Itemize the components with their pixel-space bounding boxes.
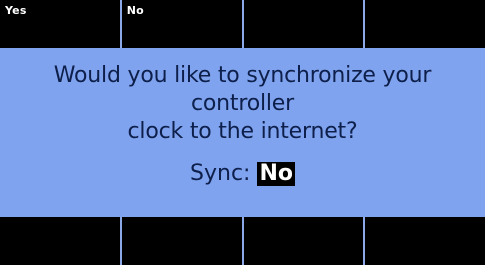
- softkey-bottom-1[interactable]: [0, 217, 122, 265]
- softkey-bottom-3[interactable]: [243, 217, 365, 265]
- softkey-bottom-4[interactable]: [365, 217, 485, 265]
- sync-prompt-line-1: Would you like to synchronize your contr…: [53, 63, 432, 116]
- bottom-softkey-bar: [0, 217, 485, 265]
- softkey-no-label: No: [126, 4, 144, 17]
- top-softkey-bar: Yes No: [0, 0, 485, 48]
- sync-value-selector[interactable]: No: [257, 162, 295, 186]
- sync-option-row: Sync: No: [0, 160, 485, 188]
- softkey-no[interactable]: No: [121, 0, 244, 48]
- controller-screen: Yes No Would you like to synchronize you…: [0, 0, 485, 265]
- softkey-bottom-2[interactable]: [121, 217, 244, 265]
- sync-label: Sync:: [190, 161, 251, 186]
- softkey-yes[interactable]: Yes: [0, 0, 122, 48]
- softkey-top-4[interactable]: [365, 0, 485, 48]
- sync-prompt-line-2: clock to the internet?: [127, 119, 358, 144]
- softkey-top-3[interactable]: [243, 0, 365, 48]
- softkey-yes-label: Yes: [5, 4, 27, 17]
- sync-dialog-panel: Would you like to synchronize your contr…: [0, 48, 485, 217]
- sync-prompt-message: Would you like to synchronize your contr…: [0, 62, 485, 146]
